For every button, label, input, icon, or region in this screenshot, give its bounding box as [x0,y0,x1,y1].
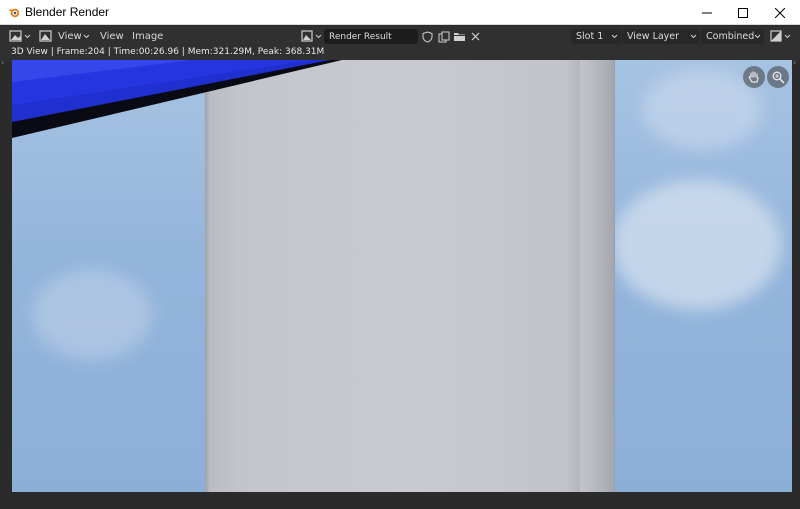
view-mode-label: View [58,30,82,42]
render-stats-text: 3D View | Frame:204 | Time:00:26.96 | Me… [11,47,325,57]
zoom-view-button[interactable] [767,66,789,88]
render-result-viewport[interactable] [12,60,792,492]
chevron-down-icon [24,34,31,38]
window-bottom-border [0,492,800,509]
maximize-icon [738,7,748,18]
slot-value: Slot 1 [576,31,604,42]
minimize-icon [702,12,712,13]
pan-hand-icon [748,71,759,83]
chevron-down-icon [784,34,791,38]
display-channels-icon [770,30,782,42]
image-view-icon [39,30,52,42]
zoom-magnifier-icon [772,71,785,84]
fake-user-button[interactable] [420,29,435,44]
image-editor-icon [9,30,22,42]
rendered-cloud [612,180,782,310]
render-pass-dropdown[interactable]: Combined [701,29,764,44]
unlink-image-button[interactable] [468,29,483,44]
image-menu[interactable]: Image [130,28,165,44]
maximize-button[interactable] [726,0,760,25]
render-stats-bar: 3D View | Frame:204 | Time:00:26.96 | Me… [0,46,800,61]
fake-user-shield-icon [422,30,433,43]
open-image-button[interactable] [452,29,467,44]
view-menu-label: View [100,30,124,42]
rendered-cloud [32,270,152,360]
minimize-button[interactable] [690,0,724,25]
image-editor-header: View View Image Render Result Slot 1 Vie… [0,26,800,46]
chevron-down-icon [690,34,697,39]
chevron-down-icon [315,34,322,38]
editor-type-selector[interactable] [9,28,33,44]
display-channels-selector[interactable] [770,28,791,44]
close-window-button[interactable] [763,0,797,25]
slot-dropdown[interactable]: Slot 1 [571,29,621,44]
blender-logo-icon [8,8,20,18]
image-name-field[interactable]: Render Result [324,29,418,44]
view-layer-dropdown[interactable]: View Layer [622,29,700,44]
rendered-roof-overhang [12,60,342,138]
window-title: Blender Render [25,5,110,19]
toolbar-expand-arrow-icon[interactable]: › [1,58,4,67]
image-menu-label: Image [132,30,164,42]
view-menu[interactable]: View [98,28,126,44]
image-browse-button[interactable] [301,28,322,44]
view-mode-dropdown[interactable]: View [56,28,92,44]
duplicate-icon [438,31,449,42]
chevron-down-icon [754,34,761,39]
close-icon [775,7,785,18]
window-titlebar: Blender Render [0,0,800,25]
duplicate-image-button[interactable] [436,29,451,44]
chevron-down-icon [83,34,90,38]
view-mode-selector[interactable] [39,28,53,44]
image-name-value: Render Result [329,31,392,42]
view-layer-value: View Layer [627,31,680,42]
close-icon [471,32,480,41]
open-folder-icon [454,33,465,41]
image-browse-icon [301,30,313,42]
render-pass-value: Combined [706,31,755,42]
blender-render-window: Blender Render View View Image Render Re… [0,0,800,509]
pan-view-button[interactable] [743,66,765,88]
chevron-down-icon [611,34,618,39]
sidebar-expand-arrow-icon[interactable]: ‹ [793,58,796,67]
rendered-tower-side [580,60,614,492]
